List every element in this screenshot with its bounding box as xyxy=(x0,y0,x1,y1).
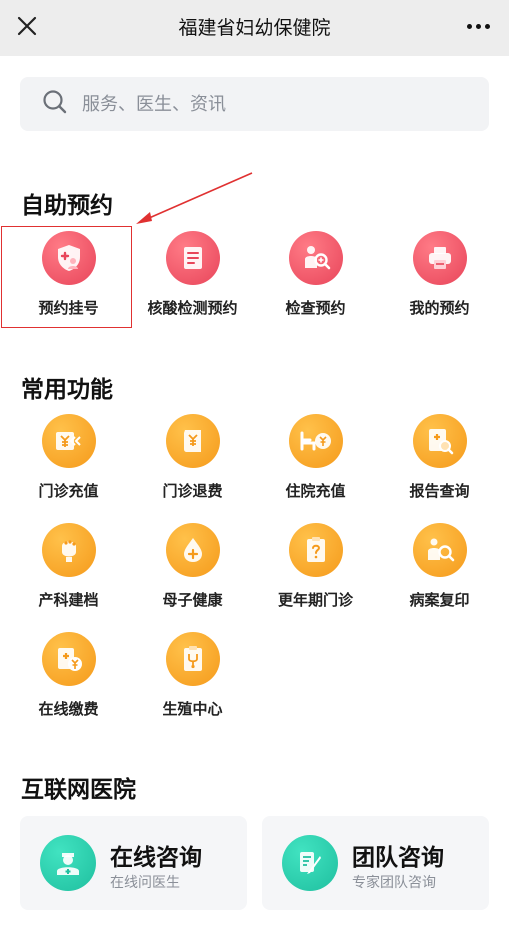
online-consult-card[interactable]: 在线咨询 在线问医生 xyxy=(20,816,247,910)
grid-item-label: 更年期门诊 xyxy=(277,591,353,609)
grid-item-label: 产科建档 xyxy=(38,591,99,609)
grid-item-obstetric-file[interactable]: 产科建档 xyxy=(5,523,132,610)
grid-item-my-booking[interactable]: 我的预约 xyxy=(376,231,503,318)
grid-item-label: 住院充值 xyxy=(285,482,346,500)
card-title: 在线咨询 xyxy=(110,845,202,871)
section-title-self-booking: 自助预约 xyxy=(21,193,113,219)
grid-item-online-payment[interactable]: 在线缴费 xyxy=(5,632,132,719)
close-icon[interactable] xyxy=(12,11,42,41)
grid-item-label: 检查预约 xyxy=(285,299,346,317)
grid-item-label: 在线缴费 xyxy=(38,700,99,718)
grid-item-label: 门诊退费 xyxy=(162,482,223,500)
examine-icon xyxy=(288,231,343,285)
yuan-card-icon xyxy=(41,414,96,468)
grid-item-outpatient-recharge[interactable]: 门诊充值 xyxy=(5,414,132,501)
grid-item-label: 核酸检测预约 xyxy=(147,299,238,317)
grid-item-inpatient-recharge[interactable]: 住院充值 xyxy=(252,414,379,501)
card-subtitle: 专家团队咨询 xyxy=(352,875,436,891)
page-title: 福建省妇幼保健院 xyxy=(178,17,331,39)
baby-head-icon xyxy=(41,523,96,577)
bed-yuan-icon xyxy=(288,414,343,468)
grid-item-label: 母子健康 xyxy=(162,591,223,609)
online-pay-icon xyxy=(41,632,96,686)
card-title: 团队咨询 xyxy=(352,845,444,871)
grid-item-mother-child-health[interactable]: 母子健康 xyxy=(129,523,256,610)
doctor-icon xyxy=(40,835,96,891)
section-title-common: 常用功能 xyxy=(21,377,113,403)
annotation-highlight-box xyxy=(1,226,132,328)
grid-item-label: 生殖中心 xyxy=(162,700,223,718)
grid-item-label: 门诊充值 xyxy=(38,482,99,500)
card-subtitle: 在线问医生 xyxy=(110,875,180,891)
team-consult-icon xyxy=(282,835,338,891)
grid-item-nucleic-test[interactable]: 核酸检测预约 xyxy=(129,231,256,318)
grid-item-outpatient-refund[interactable]: 门诊退费 xyxy=(129,414,256,501)
search-icon xyxy=(42,89,68,119)
record-copy-icon xyxy=(412,523,467,577)
grid-item-exam-booking[interactable]: 检查预约 xyxy=(252,231,379,318)
grid-item-menopause-clinic[interactable]: 更年期门诊 xyxy=(252,523,379,610)
section-title-internet-hospital: 互联网医院 xyxy=(21,777,136,803)
clipboard-stethoscope-icon xyxy=(165,632,220,686)
question-clipboard-icon xyxy=(288,523,343,577)
team-consult-card[interactable]: 团队咨询 专家团队咨询 xyxy=(262,816,489,910)
grid-item-label: 病案复印 xyxy=(409,591,470,609)
top-bar: 福建省妇幼保健院 xyxy=(0,0,509,56)
search-input[interactable] xyxy=(80,92,464,116)
printer-icon xyxy=(412,231,467,285)
report-search-icon xyxy=(412,414,467,468)
grid-item-label: 报告查询 xyxy=(409,482,470,500)
drop-plus-icon xyxy=(165,523,220,577)
grid-item-label: 我的预约 xyxy=(409,299,470,317)
grid-item-report-query[interactable]: 报告查询 xyxy=(376,414,503,501)
search-bar[interactable] xyxy=(20,77,489,131)
grid-item-reproductive-center[interactable]: 生殖中心 xyxy=(129,632,256,719)
refund-scroll-icon xyxy=(165,414,220,468)
more-icon[interactable] xyxy=(461,11,495,41)
grid-item-record-copy[interactable]: 病案复印 xyxy=(376,523,503,610)
receipt-icon xyxy=(165,231,220,285)
